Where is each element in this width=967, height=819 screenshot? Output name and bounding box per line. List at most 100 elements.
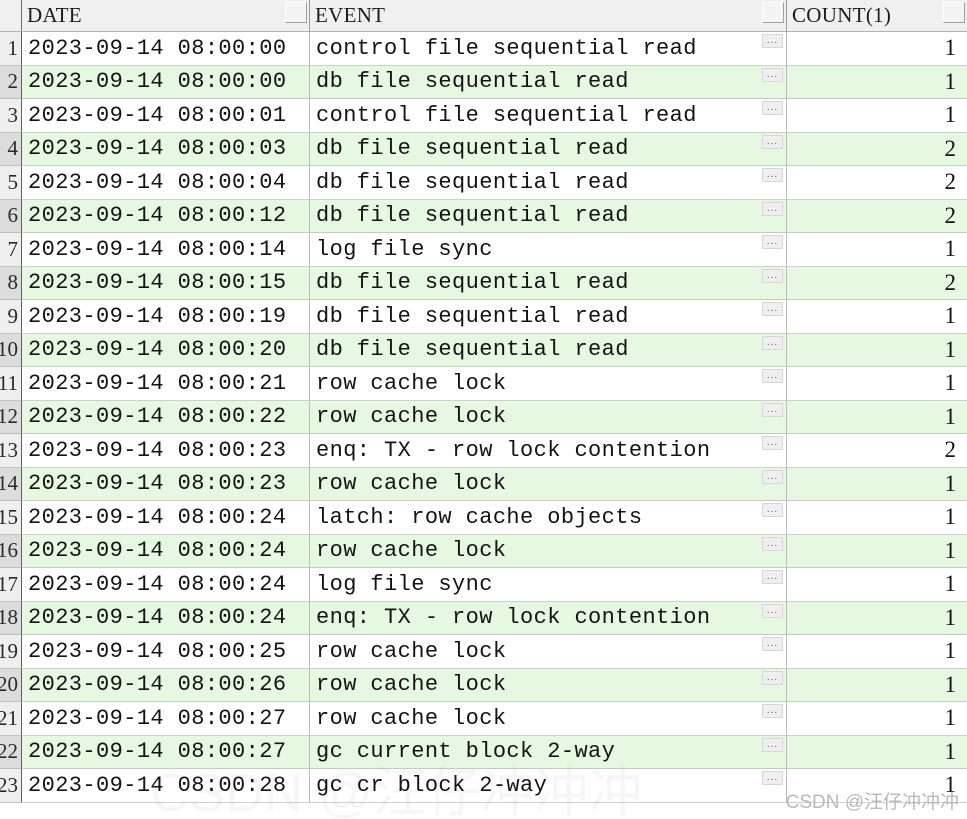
table-row[interactable]: 1 2023-09-14 08:00:00 control file sequent… xyxy=(0,32,967,66)
cell-count[interactable]: 1 xyxy=(787,602,967,635)
cell-date[interactable]: 2023-09-14 08:00:23 xyxy=(22,467,310,501)
row-number[interactable]: 3 xyxy=(0,99,22,133)
cell-count[interactable]: 1 xyxy=(787,32,967,66)
cell-event[interactable]: db file sequential read... xyxy=(310,300,787,334)
cell-event[interactable]: log file sync... xyxy=(310,233,787,267)
cell-count[interactable]: 2 xyxy=(787,434,967,468)
cell-event[interactable]: db file sequential read... xyxy=(310,333,787,367)
cell-count[interactable]: 1 xyxy=(787,401,967,434)
row-number[interactable]: 2 xyxy=(0,65,22,99)
cell-date[interactable]: 2023-09-14 08:00:19 xyxy=(22,300,310,334)
cell-count[interactable]: 1 xyxy=(787,233,967,267)
table-row[interactable]: 112023-09-14 08:00:21row cache lock...1 xyxy=(0,367,967,401)
cell-date[interactable]: 2023-09-14 08:00:26 xyxy=(22,668,310,702)
table-row[interactable]: 4 2023-09-14 08:00:03 db file sequential r… xyxy=(0,132,967,166)
cell-count[interactable]: 2 xyxy=(787,200,967,233)
ellipsis-icon[interactable]: ... xyxy=(762,34,783,48)
cell-date[interactable]: 2023-09-14 08:00:22 xyxy=(22,400,310,434)
table-row[interactable]: 7 2023-09-14 08:00:14 log file sync... 1 xyxy=(0,233,967,267)
row-number[interactable]: 7 xyxy=(0,233,22,267)
cell-count[interactable]: 1 xyxy=(787,99,967,133)
cell-date[interactable]: 2023-09-14 08:00:23 xyxy=(22,434,310,468)
cell-event[interactable]: db file sequential read... xyxy=(310,65,787,99)
cell-event[interactable]: enq: TX - row lock contention... xyxy=(310,434,787,468)
ellipsis-icon[interactable]: ... xyxy=(762,771,783,785)
cell-date[interactable]: 2023-09-14 08:00:03 xyxy=(22,132,310,166)
cell-event[interactable]: row cache lock... xyxy=(310,702,787,736)
cell-event[interactable]: gc cr block 2-way... xyxy=(310,769,787,803)
ellipsis-icon[interactable]: ... xyxy=(762,168,783,182)
cell-count[interactable]: 1 xyxy=(787,769,967,803)
cell-date[interactable]: 2023-09-14 08:00:24 xyxy=(22,501,310,535)
row-number[interactable]: 18 xyxy=(0,601,22,635)
row-number[interactable]: 15 xyxy=(0,501,22,535)
cell-date[interactable]: 2023-09-14 08:00:14 xyxy=(22,233,310,267)
cell-date[interactable]: 2023-09-14 08:00:24 xyxy=(22,601,310,635)
table-row[interactable]: 232023-09-14 08:00:28gc cr block 2-way..… xyxy=(0,769,967,803)
table-row[interactable]: 5 2023-09-14 08:00:04 db file sequential r… xyxy=(0,166,967,200)
table-row[interactable]: 6 2023-09-14 08:00:12 db file sequential r… xyxy=(0,199,967,233)
cell-date[interactable]: 2023-09-14 08:00:20 xyxy=(22,333,310,367)
cell-date[interactable]: 2023-09-14 08:00:24 xyxy=(22,568,310,602)
ellipsis-icon[interactable]: ... xyxy=(762,603,783,618)
column-header-event[interactable]: EVENT xyxy=(310,0,787,31)
column-menu-icon-event[interactable] xyxy=(762,2,784,23)
ellipsis-icon[interactable]: ... xyxy=(762,101,783,115)
ellipsis-icon[interactable]: ... xyxy=(762,402,783,417)
column-header-date[interactable]: DATE xyxy=(22,0,310,31)
row-number[interactable]: 13 xyxy=(0,434,22,468)
cell-date[interactable]: 2023-09-14 08:00:01 xyxy=(22,99,310,133)
cell-date[interactable]: 2023-09-14 08:00:27 xyxy=(22,702,310,736)
column-header-count[interactable]: COUNT(1) xyxy=(787,0,967,31)
cell-date[interactable]: 2023-09-14 08:00:00 xyxy=(22,65,310,99)
table-row[interactable]: 212023-09-14 08:00:27row cache lock...1 xyxy=(0,702,967,736)
cell-date[interactable]: 2023-09-14 08:00:28 xyxy=(22,769,310,803)
table-row[interactable]: 2 2023-09-14 08:00:00 db file sequential r… xyxy=(0,65,967,99)
table-row[interactable]: 202023-09-14 08:00:26row cache lock...1 xyxy=(0,668,967,702)
row-number[interactable]: 12 xyxy=(0,400,22,434)
ellipsis-icon[interactable]: ... xyxy=(762,670,783,685)
cell-date[interactable]: 2023-09-14 08:00:25 xyxy=(22,635,310,669)
ellipsis-icon[interactable]: ... xyxy=(762,67,783,82)
cell-event[interactable]: row cache lock... xyxy=(310,467,787,501)
cell-count[interactable]: 1 xyxy=(787,501,967,535)
cell-count[interactable]: 1 xyxy=(787,300,967,334)
cell-date[interactable]: 2023-09-14 08:00:27 xyxy=(22,735,310,769)
cell-event[interactable]: control file sequential read... xyxy=(310,32,787,66)
ellipsis-icon[interactable]: ... xyxy=(762,134,783,149)
row-number[interactable]: 8 xyxy=(0,266,22,300)
ellipsis-icon[interactable]: ... xyxy=(762,201,783,216)
cell-event[interactable]: row cache lock... xyxy=(310,367,787,401)
column-menu-icon-count[interactable] xyxy=(943,2,965,23)
table-row[interactable]: 102023-09-14 08:00:20db file sequential … xyxy=(0,333,967,367)
table-row[interactable]: 132023-09-14 08:00:23enq: TX - row lock … xyxy=(0,434,967,468)
ellipsis-icon[interactable]: ... xyxy=(762,570,783,584)
table-row[interactable]: 162023-09-14 08:00:24row cache lock...1 xyxy=(0,534,967,568)
ellipsis-icon[interactable]: ... xyxy=(762,302,783,316)
ellipsis-icon[interactable]: ... xyxy=(762,469,783,484)
table-row[interactable]: 142023-09-14 08:00:23row cache lock...1 xyxy=(0,467,967,501)
cell-event[interactable]: latch: row cache objects... xyxy=(310,501,787,535)
ellipsis-icon[interactable]: ... xyxy=(762,268,783,283)
ellipsis-icon[interactable]: ... xyxy=(762,536,783,551)
cell-event[interactable]: db file sequential read... xyxy=(310,266,787,300)
cell-date[interactable]: 2023-09-14 08:00:15 xyxy=(22,266,310,300)
ellipsis-icon[interactable]: ... xyxy=(762,704,783,718)
table-row[interactable]: 182023-09-14 08:00:24enq: TX - row lock … xyxy=(0,601,967,635)
ellipsis-icon[interactable]: ... xyxy=(762,235,783,249)
table-row[interactable]: 222023-09-14 08:00:27gc current block 2-… xyxy=(0,735,967,769)
table-row[interactable]: 172023-09-14 08:00:24log file sync...1 xyxy=(0,568,967,602)
row-number[interactable]: 5 xyxy=(0,166,22,200)
cell-date[interactable]: 2023-09-14 08:00:12 xyxy=(22,199,310,233)
table-row[interactable]: 152023-09-14 08:00:24latch: row cache ob… xyxy=(0,501,967,535)
row-number[interactable]: 10 xyxy=(0,333,22,367)
cell-count[interactable]: 1 xyxy=(787,535,967,568)
cell-count[interactable]: 2 xyxy=(787,133,967,166)
cell-event[interactable]: db file sequential read... xyxy=(310,166,787,200)
row-number[interactable]: 4 xyxy=(0,132,22,166)
ellipsis-icon[interactable]: ... xyxy=(762,737,783,752)
table-row[interactable]: 9 2023-09-14 08:00:19 db file sequential r… xyxy=(0,300,967,334)
cell-event[interactable]: row cache lock... xyxy=(310,534,787,568)
table-row[interactable]: 192023-09-14 08:00:25row cache lock...1 xyxy=(0,635,967,669)
cell-event[interactable]: db file sequential read... xyxy=(310,132,787,166)
